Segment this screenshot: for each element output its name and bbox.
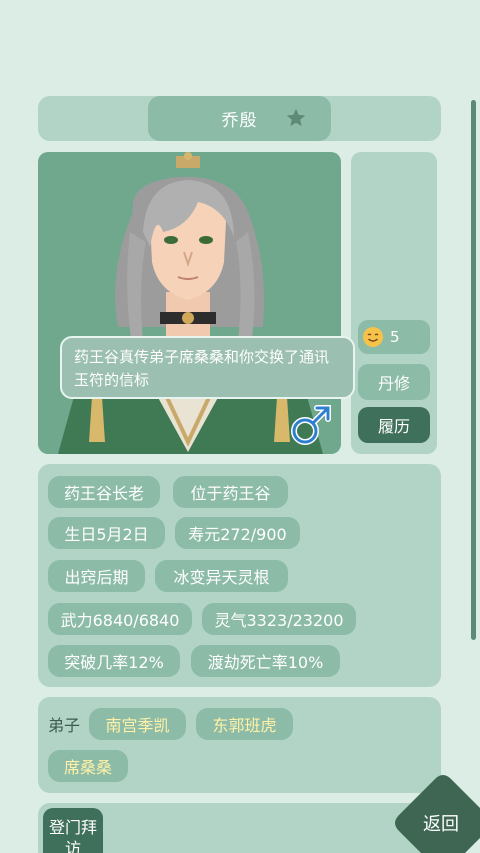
scrollbar[interactable] [471,100,476,640]
danxiu-button[interactable]: 丹修 [358,364,430,400]
tag-force: 武力6840/6840 [48,603,192,635]
tag-location: 位于药王谷 [173,476,288,508]
resume-button[interactable]: 履历 [358,407,430,443]
tag-breakthrough: 突破几率12% [48,645,180,677]
disciple-item[interactable]: 东郭班虎 [196,708,293,740]
tag-tribulation: 渡劫死亡率10% [191,645,340,677]
tag-realm: 出窍后期 [48,560,145,592]
character-name: 乔殷 [221,111,258,131]
disciple-item[interactable]: 席桑桑 [48,750,128,782]
speech-bubble: 药王谷真传弟子席桑桑和你交换了通讯玉符的信标 [60,336,355,399]
disciples-label: 弟子 [48,716,81,735]
back-label: 返回 [423,814,459,835]
disciple-item[interactable]: 南宫季凯 [89,708,186,740]
tag-lifespan: 寿元272/900 [175,517,300,549]
tag-title: 药王谷长老 [48,476,160,508]
tag-birthday: 生日5月2日 [48,517,165,549]
back-button[interactable]: 返回 [393,773,480,853]
star-icon[interactable] [285,107,307,129]
tag-spirit-root: 冰变异天灵根 [155,560,288,592]
mood-value: 5 [390,328,400,346]
mood-indicator: 5 [358,320,430,354]
smiley-icon [363,327,383,347]
male-icon [291,405,331,445]
tag-spirit-energy: 灵气3323/23200 [202,603,356,635]
name-tab: 乔殷 [148,96,331,141]
visit-button[interactable]: 登门拜访 [43,808,103,853]
